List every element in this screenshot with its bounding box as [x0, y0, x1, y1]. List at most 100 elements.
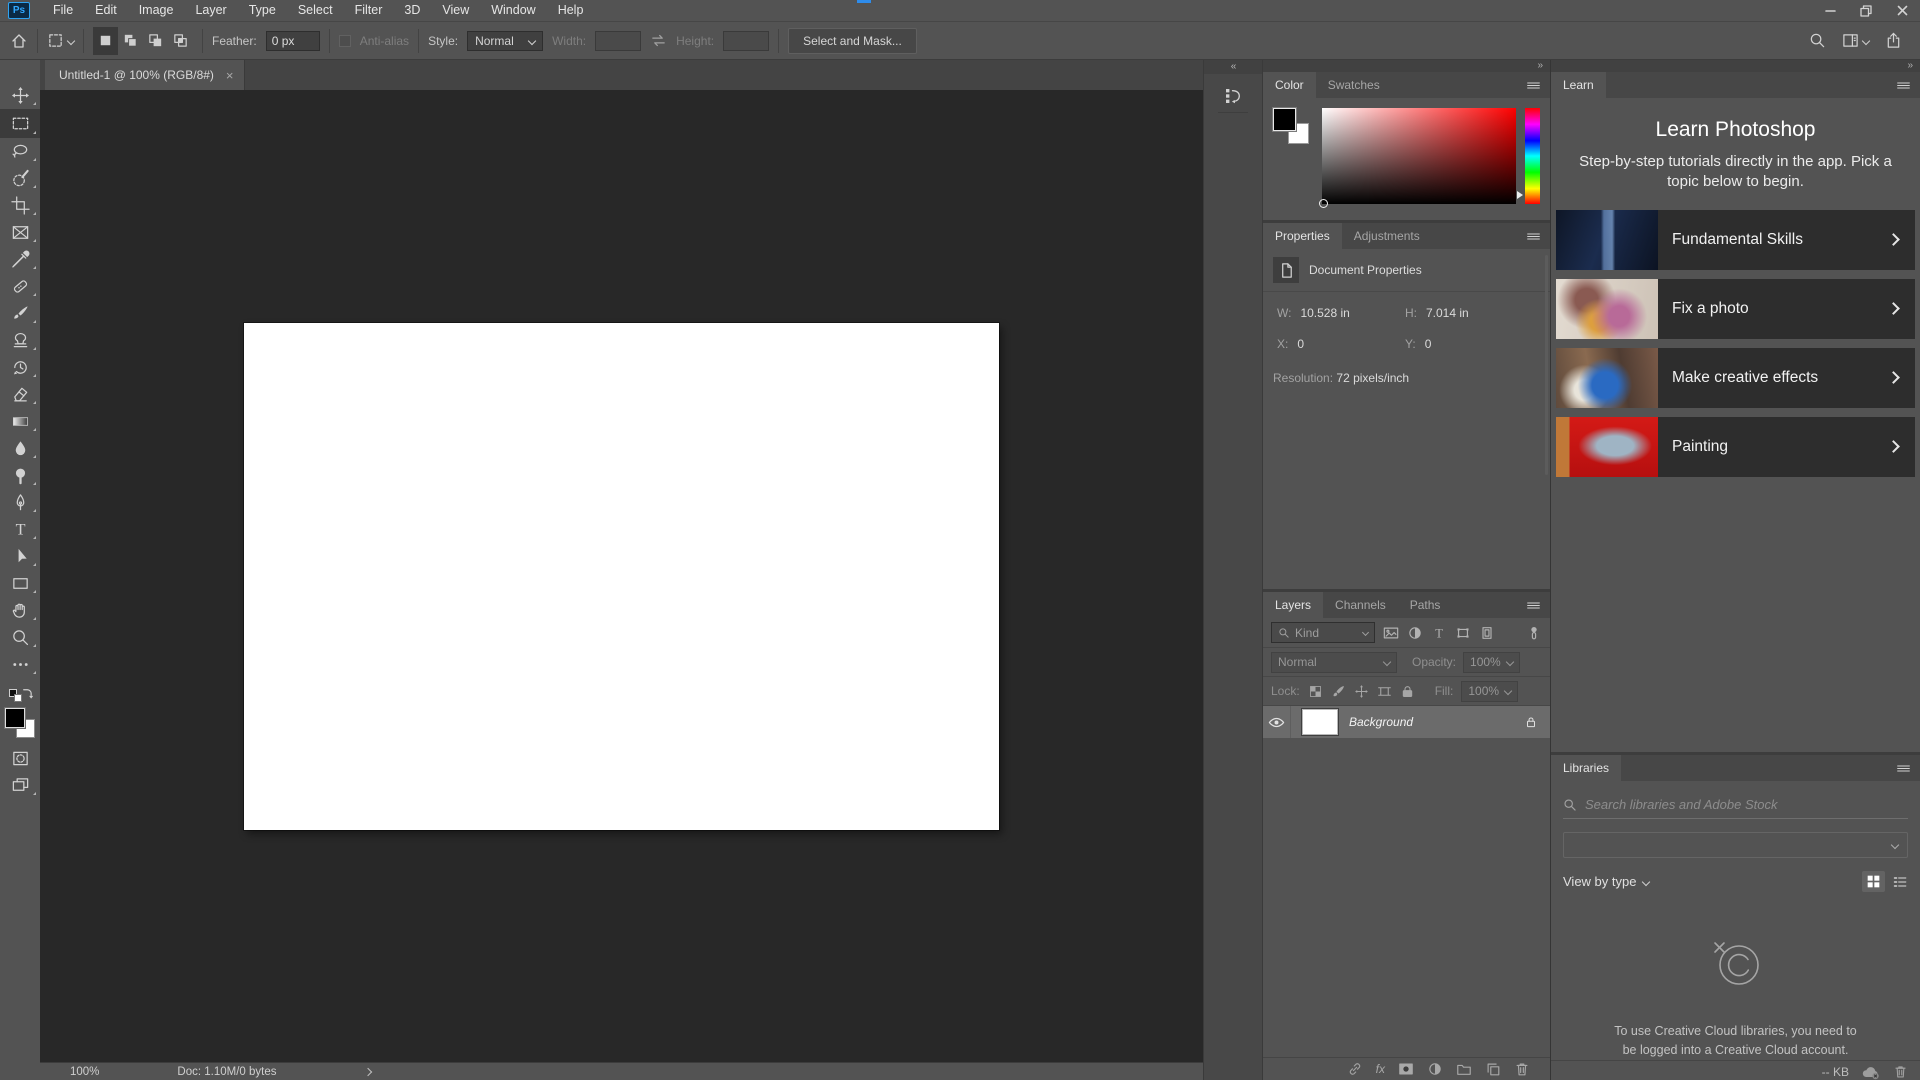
opacity-select[interactable]: 100%	[1463, 651, 1520, 673]
link-layers-button[interactable]	[1347, 1061, 1363, 1077]
learn-card-fix-a-photo[interactable]: Fix a photo	[1556, 278, 1915, 339]
gradient-tool[interactable]	[0, 408, 40, 435]
new-selection-button[interactable]	[93, 26, 118, 55]
swap-width-height-button[interactable]	[650, 28, 667, 54]
close-button[interactable]	[1884, 0, 1920, 22]
menu-filter[interactable]: Filter	[344, 0, 394, 21]
eraser-tool[interactable]	[0, 381, 40, 408]
layer-name[interactable]: Background	[1349, 715, 1413, 729]
style-select[interactable]: Normal	[467, 30, 544, 51]
close-tab-icon[interactable]: ×	[226, 68, 234, 83]
foreground-background-colors[interactable]	[0, 707, 40, 745]
menu-type[interactable]: Type	[238, 0, 287, 21]
layer-thumbnail[interactable]	[1301, 708, 1339, 736]
grid-view-button[interactable]	[1862, 871, 1885, 892]
anti-alias-checkbox[interactable]	[338, 28, 351, 54]
view-by-type-label[interactable]: View by type	[1563, 874, 1636, 889]
brush-tool[interactable]	[0, 300, 40, 327]
layer-style-button[interactable]: fx	[1376, 1062, 1385, 1076]
sync-status-icon[interactable]	[1861, 1064, 1881, 1080]
menu-select[interactable]: Select	[287, 0, 344, 21]
clone-stamp-tool[interactable]	[0, 327, 40, 354]
menu-view[interactable]: View	[431, 0, 480, 21]
filter-adjustment-layers-icon[interactable]	[1407, 625, 1423, 641]
hue-slider[interactable]	[1517, 108, 1540, 204]
menu-image[interactable]: Image	[128, 0, 185, 21]
share-button[interactable]	[1885, 32, 1902, 49]
filter-smart-objects-icon[interactable]	[1479, 625, 1495, 641]
tab-paths[interactable]: Paths	[1398, 592, 1453, 618]
lasso-tool[interactable]	[0, 138, 40, 165]
frame-tool[interactable]	[0, 219, 40, 246]
layer-visibility-toggle[interactable]	[1263, 706, 1291, 738]
collapse-dock-button[interactable]: «	[1204, 60, 1262, 74]
new-adjustment-layer-button[interactable]	[1427, 1061, 1443, 1077]
menu-3d[interactable]: 3D	[393, 0, 431, 21]
new-group-button[interactable]	[1456, 1061, 1472, 1077]
learn-card-make-creative-effects[interactable]: Make creative effects	[1556, 347, 1915, 408]
filter-kind-select[interactable]: Kind	[1271, 622, 1375, 643]
list-view-button[interactable]	[1892, 874, 1908, 890]
new-layer-button[interactable]	[1485, 1061, 1501, 1077]
lock-artboard-icon[interactable]	[1377, 684, 1392, 699]
delete-library-item-button[interactable]	[1893, 1064, 1908, 1079]
lock-pixels-icon[interactable]	[1331, 684, 1346, 699]
hand-tool[interactable]	[0, 597, 40, 624]
intersect-selection-button[interactable]	[168, 27, 193, 55]
color-picker-marker[interactable]	[1319, 199, 1328, 208]
select-and-mask-button[interactable]: Select and Mask...	[788, 27, 917, 54]
move-tool[interactable]	[0, 82, 40, 109]
crop-tool[interactable]	[0, 192, 40, 219]
lock-all-icon[interactable]	[1400, 684, 1415, 699]
panel-menu-icon[interactable]	[1526, 72, 1550, 98]
restore-button[interactable]	[1848, 0, 1884, 22]
menu-help[interactable]: Help	[547, 0, 595, 21]
hue-slider-marker[interactable]	[1517, 190, 1523, 199]
panel-menu-icon[interactable]	[1526, 592, 1550, 618]
expand-dock-button[interactable]: »	[1263, 60, 1550, 72]
tab-libraries[interactable]: Libraries	[1551, 755, 1622, 781]
tab-channels[interactable]: Channels	[1323, 592, 1398, 618]
type-tool[interactable]: T	[0, 516, 40, 543]
spot-healing-brush-tool[interactable]	[0, 273, 40, 300]
learn-card-fundamental-skills[interactable]: Fundamental Skills	[1556, 209, 1915, 270]
height-input[interactable]	[723, 30, 770, 51]
menu-file[interactable]: File	[42, 0, 84, 21]
panel-menu-icon[interactable]	[1526, 223, 1550, 249]
learn-card-painting[interactable]: Painting	[1556, 416, 1915, 477]
search-button[interactable]	[1809, 32, 1826, 49]
foreground-background-preview[interactable]	[1272, 107, 1313, 204]
tab-swatches[interactable]: Swatches	[1316, 72, 1392, 98]
zoom-tool[interactable]	[0, 624, 40, 651]
tab-adjustments[interactable]: Adjustments	[1342, 223, 1432, 249]
tab-color[interactable]: Color	[1263, 72, 1316, 98]
foreground-swatch[interactable]	[1272, 107, 1297, 132]
expand-dock-button[interactable]: »	[1551, 60, 1920, 72]
add-layer-mask-button[interactable]	[1398, 1061, 1414, 1077]
pen-tool[interactable]	[0, 489, 40, 516]
document-tab[interactable]: Untitled-1 @ 100% (RGB/8#) ×	[45, 60, 245, 90]
delete-layer-button[interactable]	[1514, 1061, 1530, 1077]
path-selection-tool[interactable]	[0, 543, 40, 570]
library-select[interactable]	[1563, 832, 1908, 858]
foreground-color-swatch[interactable]	[4, 707, 26, 729]
zoom-level-field[interactable]: 100%	[70, 1066, 99, 1078]
tab-learn[interactable]: Learn	[1551, 72, 1606, 98]
workspace-switcher-button[interactable]	[1842, 28, 1871, 54]
menu-layer[interactable]: Layer	[184, 0, 237, 21]
saturation-brightness-field[interactable]	[1319, 108, 1516, 208]
menu-edit[interactable]: Edit	[84, 0, 128, 21]
history-brush-tool[interactable]	[0, 354, 40, 381]
rectangle-tool[interactable]	[0, 570, 40, 597]
lock-transparency-icon[interactable]	[1308, 684, 1323, 699]
lock-position-icon[interactable]	[1354, 684, 1369, 699]
scrollbar[interactable]	[1545, 255, 1548, 475]
blend-mode-select[interactable]: Normal	[1271, 651, 1397, 673]
status-options-chevron[interactable]	[363, 1067, 372, 1076]
panel-menu-icon[interactable]	[1896, 72, 1920, 98]
screen-mode-button[interactable]	[0, 772, 40, 799]
subtract-from-selection-button[interactable]	[143, 27, 168, 55]
filter-toggle-switch[interactable]	[1526, 625, 1542, 641]
filter-shape-layers-icon[interactable]	[1455, 625, 1471, 641]
home-button[interactable]	[10, 28, 28, 54]
